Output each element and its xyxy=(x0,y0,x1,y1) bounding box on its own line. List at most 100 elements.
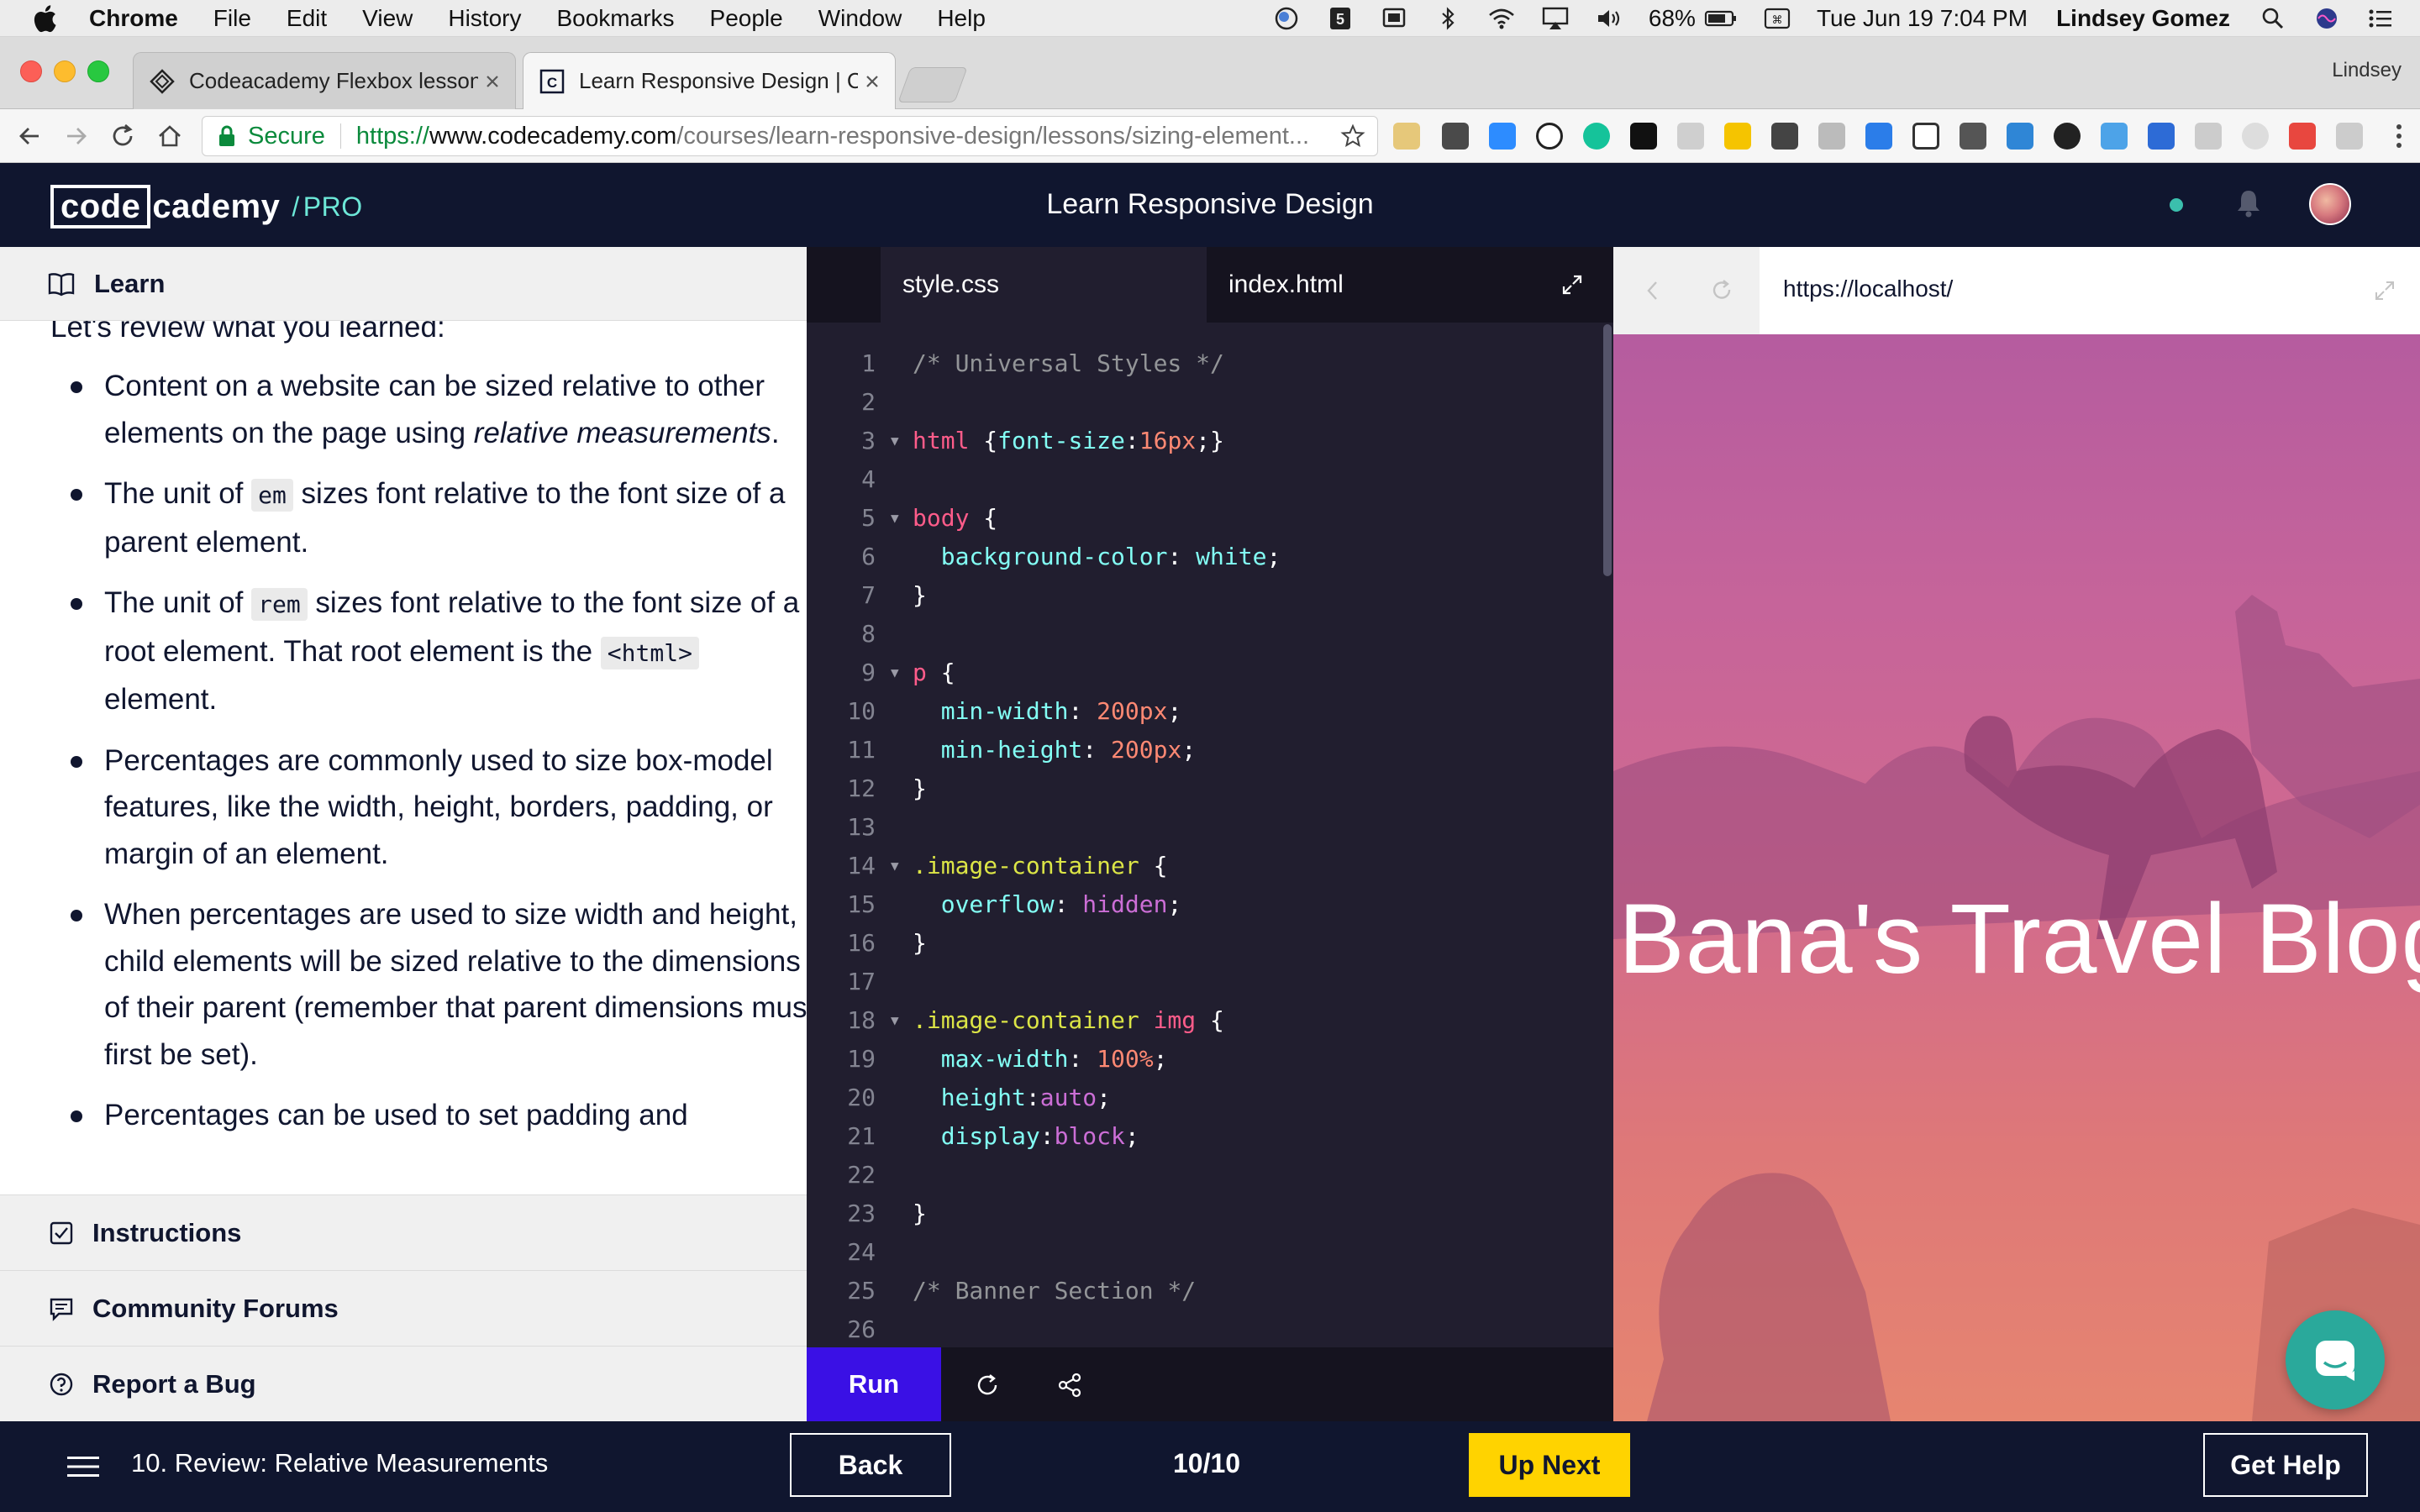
volume-icon[interactable] xyxy=(1595,6,1623,31)
battery-icon[interactable] xyxy=(1704,6,1738,31)
bookmark-star-icon[interactable] xyxy=(1340,123,1365,149)
up-next-button[interactable]: Up Next xyxy=(1469,1433,1630,1497)
apple-icon[interactable] xyxy=(32,4,57,33)
fold-arrow-icon[interactable]: ▼ xyxy=(891,847,899,885)
code-line[interactable]: 5 ▼ body { xyxy=(807,499,1613,538)
extension-lightbulb-icon[interactable] xyxy=(1442,123,1469,150)
home-icon[interactable] xyxy=(155,121,185,151)
menu-help[interactable]: Help xyxy=(937,5,986,32)
fold-arrow-icon[interactable]: ▼ xyxy=(891,499,899,538)
chrome-profile-name[interactable]: Lindsey xyxy=(2332,59,2402,82)
tab-style-css[interactable]: style.css xyxy=(881,247,1207,323)
extension-circle-icon[interactable] xyxy=(2242,123,2269,150)
globe-icon[interactable] xyxy=(1272,6,1301,31)
back-arrow-icon[interactable] xyxy=(15,121,45,151)
menu-people[interactable]: People xyxy=(710,5,783,32)
tab-index-html[interactable]: index.html xyxy=(1207,247,1526,323)
extension-incognito-icon[interactable] xyxy=(1960,123,1986,150)
spotlight-search-icon[interactable] xyxy=(2259,6,2287,31)
reload-icon[interactable] xyxy=(108,121,138,151)
code-line[interactable]: 12} xyxy=(807,769,1613,808)
code-line[interactable]: 4 xyxy=(807,460,1613,499)
forward-arrow-icon[interactable] xyxy=(60,121,91,151)
extension-image-icon[interactable] xyxy=(1393,123,1420,150)
address-bar[interactable]: Secure https://www.codecademy.com/course… xyxy=(202,116,1378,156)
code-line[interactable]: 11 min-height: 200px; xyxy=(807,731,1613,769)
code-line[interactable]: 10 min-width: 200px; xyxy=(807,692,1613,731)
user-avatar[interactable] xyxy=(2309,183,2351,225)
zoom-window-button[interactable] xyxy=(87,60,109,82)
extension-timer-icon[interactable] xyxy=(1536,123,1563,150)
screen-icon[interactable] xyxy=(1380,6,1408,31)
code-line[interactable]: 3 ▼ html {font-size:16px;} xyxy=(807,422,1613,460)
code-line[interactable]: 13 xyxy=(807,808,1613,847)
menu-file[interactable]: File xyxy=(213,5,251,32)
menu-app-name[interactable]: Chrome xyxy=(89,5,178,32)
close-window-button[interactable] xyxy=(20,60,42,82)
extension-screenshot-icon[interactable] xyxy=(2007,123,2033,150)
chrome-menu-icon[interactable] xyxy=(2393,121,2405,151)
airplay-icon[interactable] xyxy=(1541,6,1570,31)
code-line[interactable]: 21 display:block; xyxy=(807,1117,1613,1156)
reset-code-icon[interactable] xyxy=(973,1371,1002,1399)
extension-camera-icon[interactable] xyxy=(1818,123,1845,150)
share-icon[interactable] xyxy=(1055,1371,1084,1399)
fold-arrow-icon[interactable]: ▼ xyxy=(891,422,899,460)
menubar-datetime[interactable]: Tue Jun 19 7:04 PM xyxy=(1817,5,2028,32)
menu-view[interactable]: View xyxy=(362,5,413,32)
extension-e-icon[interactable] xyxy=(1630,123,1657,150)
extension-red-icon[interactable] xyxy=(2289,123,2316,150)
preview-refresh-icon[interactable] xyxy=(1709,277,1734,302)
browser-tab-flexbox[interactable]: Codeacademy Flexbox lesson xyxy=(133,52,516,109)
menu-history[interactable]: History xyxy=(448,5,521,32)
html5-icon[interactable]: 5 xyxy=(1326,6,1355,31)
code-line[interactable]: 26 xyxy=(807,1310,1613,1349)
browser-tab-responsive-design[interactable]: C Learn Responsive Design | Codecademy xyxy=(523,52,896,109)
instructions-section[interactable]: Instructions xyxy=(0,1194,807,1270)
extension-link-icon[interactable] xyxy=(2101,123,2128,150)
keyboard-icon[interactable]: ⌘ xyxy=(1763,6,1791,31)
code-line[interactable]: 1 /* Universal Styles */ xyxy=(807,344,1613,383)
fold-arrow-icon[interactable]: ▼ xyxy=(891,654,899,692)
lesson-name[interactable]: 10. Review: Relative Measurements xyxy=(131,1448,548,1478)
extension-grammarly-icon[interactable] xyxy=(1583,123,1610,150)
code-line[interactable]: 9 ▼ p { xyxy=(807,654,1613,692)
community-forums-section[interactable]: Community Forums xyxy=(0,1270,807,1346)
report-bug-section[interactable]: Report a Bug xyxy=(0,1346,807,1421)
code-line[interactable]: 22 xyxy=(807,1156,1613,1194)
menu-bookmarks[interactable]: Bookmarks xyxy=(556,5,674,32)
extension-dog-icon[interactable] xyxy=(2336,123,2363,150)
editor-scrollbar[interactable] xyxy=(1603,324,1612,576)
bluetooth-icon[interactable] xyxy=(1434,6,1462,31)
back-button[interactable]: Back xyxy=(790,1433,951,1497)
run-button[interactable]: Run xyxy=(807,1347,941,1421)
code-area[interactable]: 1/* Universal Styles */2 3 ▼ html {font-siz… xyxy=(807,344,1613,1349)
menu-edit[interactable]: Edit xyxy=(287,5,327,32)
menubar-user[interactable]: Lindsey Gomez xyxy=(2056,5,2230,32)
code-line[interactable]: 6 background-color: white; xyxy=(807,538,1613,576)
notification-center-icon[interactable] xyxy=(2366,6,2395,31)
code-line[interactable]: 7} xyxy=(807,576,1613,615)
extension-download-icon[interactable] xyxy=(1865,123,1892,150)
close-tab-icon[interactable] xyxy=(858,67,886,96)
code-line[interactable]: 23} xyxy=(807,1194,1613,1233)
siri-icon[interactable] xyxy=(2312,6,2341,31)
expand-editor-icon[interactable] xyxy=(1560,272,1585,297)
extension-cat-icon[interactable] xyxy=(1677,123,1704,150)
url-text[interactable]: https://www.codecademy.com/courses/learn… xyxy=(356,123,1340,150)
hamburger-menu-icon[interactable] xyxy=(67,1455,99,1478)
code-line[interactable]: 14 ▼ .image-container { xyxy=(807,847,1613,885)
expand-preview-icon[interactable] xyxy=(2373,279,2396,302)
minimize-window-button[interactable] xyxy=(54,60,76,82)
code-line[interactable]: 16} xyxy=(807,924,1613,963)
preview-url[interactable]: https://localhost/ xyxy=(1783,276,1953,302)
wifi-icon[interactable] xyxy=(1487,6,1516,31)
code-line[interactable]: 19 max-width: 100%; xyxy=(807,1040,1613,1079)
code-line[interactable]: 18 ▼ .image-container img { xyxy=(807,1001,1613,1040)
fold-arrow-icon[interactable]: ▼ xyxy=(891,1001,899,1040)
extension-color-icon[interactable] xyxy=(2054,123,2081,150)
get-help-button[interactable]: Get Help xyxy=(2203,1433,2368,1497)
close-tab-icon[interactable] xyxy=(478,67,507,96)
new-tab-button[interactable] xyxy=(897,67,968,102)
extension-sticky-icon[interactable] xyxy=(1724,123,1751,150)
